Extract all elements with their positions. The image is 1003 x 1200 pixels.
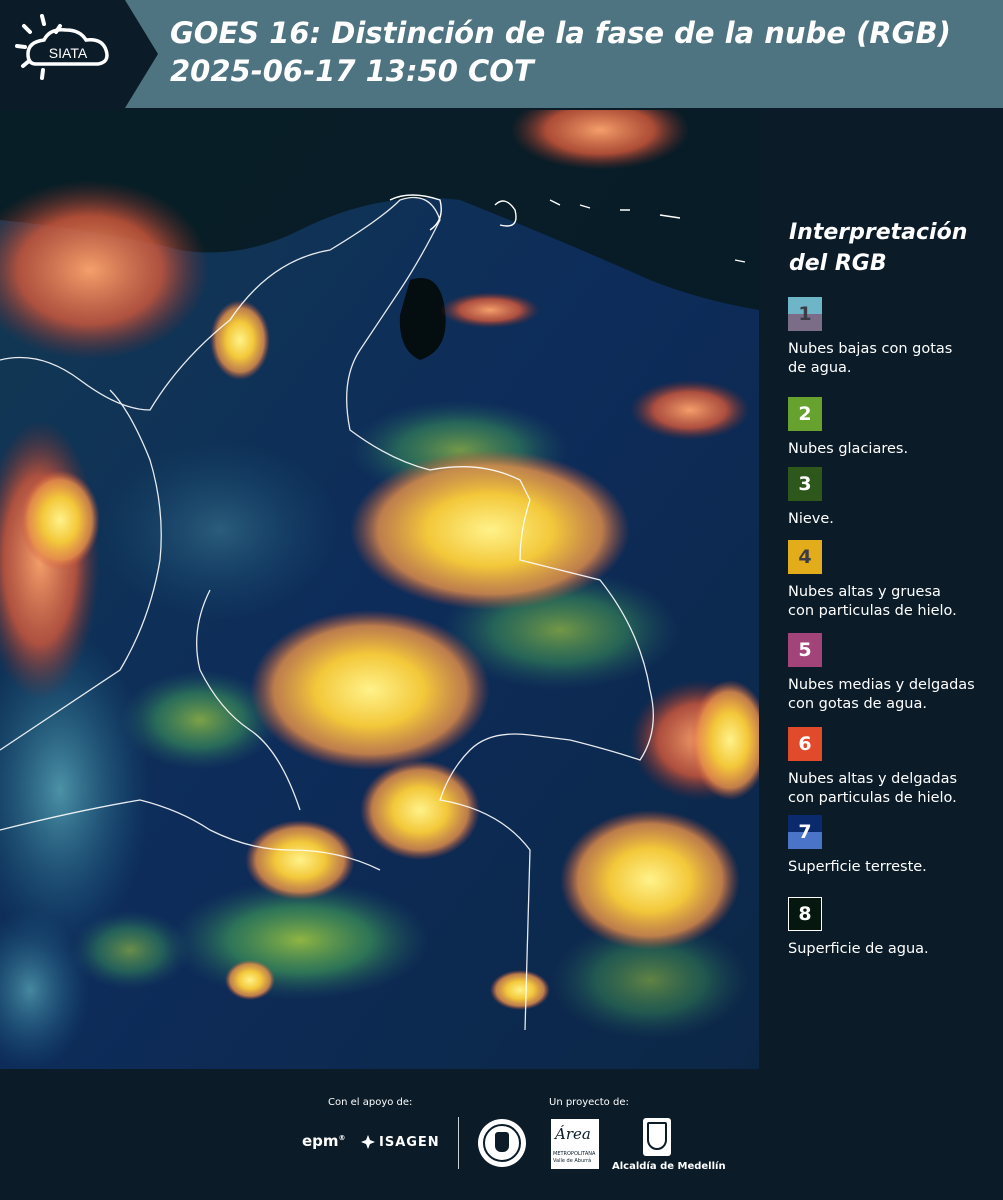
legend-label-line-2: con gotas de agua. bbox=[788, 695, 927, 712]
university-seal bbox=[478, 1119, 526, 1167]
isagen-icon bbox=[361, 1135, 375, 1149]
alcaldia-text: Alcaldía de Medellín bbox=[612, 1161, 726, 1172]
legend-swatch-7: 7 bbox=[788, 815, 822, 849]
legend-item-4: 4 Nubes altas y gruesa con particulas de h… bbox=[788, 540, 1000, 620]
legend-item-8: 8 Superficie de agua. bbox=[788, 897, 1000, 959]
epm-logo-text: epm bbox=[302, 1132, 339, 1150]
legend-swatch-3: 3 bbox=[788, 467, 822, 501]
alcaldia-shield-icon bbox=[643, 1118, 671, 1156]
support-label: Con el apoyo de: bbox=[328, 1097, 413, 1108]
footer: Con el apoyo de: Un proyecto de: epm® IS… bbox=[0, 1069, 1003, 1200]
area-logo-text: Área bbox=[555, 1125, 591, 1143]
legend-swatch-1: 1 bbox=[788, 297, 822, 331]
legend-item-2: 2 Nubes glaciares. bbox=[788, 397, 1000, 459]
legend-label-line-1: Superficie de agua. bbox=[788, 941, 929, 957]
legend-item-6: 6 Nubes altas y delgadas con particulas de… bbox=[788, 727, 1000, 807]
legend-title: Interpretación del RGB bbox=[789, 217, 989, 279]
legend-label: Nieve. bbox=[788, 510, 1000, 529]
legend-title-line-2: del RGB bbox=[789, 251, 887, 276]
logo-band: SIATA bbox=[0, 0, 158, 108]
epm-logo: epm® bbox=[302, 1132, 346, 1150]
legend-label-line-1: Superficie terreste. bbox=[788, 859, 927, 875]
legend-label-line-1: Nubes bajas con gotas bbox=[788, 341, 953, 357]
header-bar: SIATA GOES 16: Distinción de la fase de … bbox=[0, 0, 1003, 108]
legend-item-7: 7 Superficie terreste. bbox=[788, 815, 1000, 877]
isagen-text: ISAGEN bbox=[379, 1134, 440, 1150]
area-sub-1: METROPOLITANA bbox=[553, 1151, 596, 1157]
legend-panel: Interpretación del RGB 1 Nubes bajas con … bbox=[760, 110, 1003, 1069]
legend-number: 8 bbox=[798, 903, 812, 925]
legend-label-line-2: con particulas de hielo. bbox=[788, 602, 957, 619]
title-line-2: 2025-06-17 13:50 COT bbox=[170, 54, 534, 88]
legend-label-line-1: Nubes glaciares. bbox=[788, 441, 909, 457]
legend-number: 6 bbox=[798, 733, 812, 755]
legend-label-line-1: Nubes altas y gruesa bbox=[788, 584, 941, 600]
satellite-image bbox=[0, 110, 759, 1069]
legend-label-line-2: de agua. bbox=[788, 359, 852, 376]
legend-swatch-8: 8 bbox=[788, 897, 822, 931]
legend-label-line-1: Nubes medias y delgadas bbox=[788, 677, 975, 693]
area-sub-2: Valle de Aburrá bbox=[553, 1158, 592, 1164]
area-metropolitana-logo: Área METROPOLITANA Valle de Aburrá bbox=[551, 1119, 599, 1169]
legend-label-line-2: con particulas de hielo. bbox=[788, 789, 957, 806]
legend-swatch-2: 2 bbox=[788, 397, 822, 431]
legend-number: 2 bbox=[798, 403, 812, 425]
legend-number: 4 bbox=[798, 546, 812, 568]
legend-swatch-4: 4 bbox=[788, 540, 822, 574]
legend-number: 1 bbox=[798, 303, 812, 325]
legend-label: Nubes bajas con gotas de agua. bbox=[788, 340, 1000, 377]
legend-swatch-6: 6 bbox=[788, 727, 822, 761]
project-label: Un proyecto de: bbox=[549, 1097, 629, 1108]
legend-label: Nubes altas y gruesa con particulas de hi… bbox=[788, 583, 1000, 620]
legend-item-5: 5 Nubes medias y delgadas con gotas de agu… bbox=[788, 633, 1000, 713]
legend-number: 7 bbox=[798, 821, 812, 843]
legend-number: 5 bbox=[798, 639, 812, 661]
legend-label-line-1: Nieve. bbox=[788, 511, 834, 527]
legend-label: Nubes altas y delgadas con particulas de … bbox=[788, 770, 1000, 807]
legend-label: Superficie terreste. bbox=[788, 858, 1000, 877]
legend-swatch-5: 5 bbox=[788, 633, 822, 667]
legend-label: Nubes glaciares. bbox=[788, 440, 1000, 459]
title-line-1: GOES 16: Distinción de la fase de la nub… bbox=[170, 16, 951, 50]
legend-label: Superficie de agua. bbox=[788, 940, 1000, 959]
footer-divider bbox=[458, 1117, 459, 1169]
logo-text: SIATA bbox=[49, 45, 88, 61]
siata-logo: SIATA bbox=[14, 14, 124, 94]
legend-item-1: 1 Nubes bajas con gotas de agua. bbox=[788, 297, 1000, 377]
legend-label-line-1: Nubes altas y delgadas bbox=[788, 771, 958, 787]
isagen-logo: ISAGEN bbox=[360, 1134, 440, 1150]
legend-item-3: 3 Nieve. bbox=[788, 467, 1000, 529]
legend-number: 3 bbox=[798, 473, 812, 495]
legend-label: Nubes medias y delgadas con gotas de agua… bbox=[788, 676, 1000, 713]
page-title: GOES 16: Distinción de la fase de la nub… bbox=[170, 14, 951, 90]
legend-title-line-1: Interpretación bbox=[789, 220, 968, 245]
